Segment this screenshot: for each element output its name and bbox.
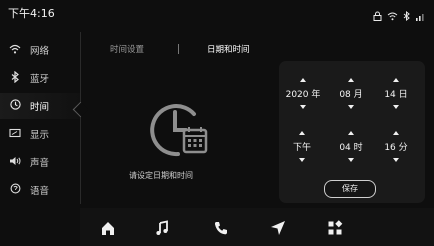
day-down-arrow[interactable] [393,105,399,109]
hour-value: 04 时 [339,143,363,153]
phone-icon[interactable] [211,218,231,238]
hour-picker: 04 时 [331,131,371,162]
settings-screen: 下午4:16 网络 蓝牙 时间 显示 声音 语音 时间设置 日期和时间 请设定日… [0,0,434,246]
minute-value: 16 分 [384,143,408,153]
bottom-dock [80,208,434,246]
sidebar-item-label: 时间 [30,102,50,113]
sidebar-item-time[interactable]: 时间 [0,93,80,119]
language-icon [0,183,30,197]
day-value: 14 日 [384,90,408,100]
tab-date-and-time[interactable]: 日期和时间 [207,43,250,55]
minute-down-arrow[interactable] [393,158,399,162]
month-down-arrow[interactable] [348,105,354,109]
ampm-picker: 下午 [282,131,322,162]
minute-picker: 16 分 [376,131,416,162]
tab-separator [178,44,180,54]
sidebar-item-label: 蓝牙 [30,74,50,85]
year-up-arrow[interactable] [300,78,306,82]
bluetooth-icon [0,70,30,86]
status-time: 下午4:16 [8,7,55,20]
sidebar-item-label: 声音 [30,158,50,169]
tab-time-settings[interactable]: 时间设置 [110,43,144,55]
bluetooth-icon [403,6,410,25]
wifi-icon [0,44,30,57]
save-button[interactable]: 保存 [324,180,376,198]
ampm-value: 下午 [292,143,311,153]
speaker-icon [0,156,30,169]
month-value: 08 月 [339,90,363,100]
music-icon[interactable] [152,218,172,238]
ampm-up-arrow[interactable] [299,131,305,135]
clock-calendar-icon [148,98,212,162]
settings-sidebar: 网络 蓝牙 时间 显示 声音 语音 [0,26,80,206]
sidebar-divider [80,32,81,204]
lock-icon [373,6,382,25]
hint-text: 请设定日期和时间 [129,171,193,180]
sidebar-item-display[interactable]: 显示 [0,121,80,147]
clock-icon [0,99,30,113]
sidebar-item-sound[interactable]: 声音 [0,149,80,175]
sidebar-item-network[interactable]: 网络 [0,37,80,63]
hour-up-arrow[interactable] [348,131,354,135]
year-value: 2020 年 [285,90,321,100]
status-bar: 下午4:16 [0,0,434,26]
sidebar-item-label: 网络 [30,46,50,57]
sidebar-item-language[interactable]: 语音 [0,177,80,203]
status-icons [373,6,426,25]
signal-icon [415,6,426,25]
day-picker: 14 日 [376,78,416,109]
ampm-down-arrow[interactable] [299,158,305,162]
hour-down-arrow[interactable] [348,158,354,162]
month-up-arrow[interactable] [348,78,354,82]
sidebar-item-label: 语音 [30,186,50,197]
navigation-icon[interactable] [268,218,288,238]
home-icon[interactable] [98,218,118,238]
year-picker: 2020 年 [283,78,323,109]
tab-bar: 时间设置 日期和时间 [110,42,250,56]
date-time-picker: 2020 年 08 月 14 日 下午 04 时 16 分 保存 [279,61,425,203]
display-icon [0,128,30,141]
minute-up-arrow[interactable] [393,131,399,135]
sidebar-item-label: 显示 [30,130,50,141]
year-down-arrow[interactable] [300,105,306,109]
month-picker: 08 月 [331,78,371,109]
sidebar-item-bluetooth[interactable]: 蓝牙 [0,65,80,91]
apps-icon[interactable] [325,218,345,238]
day-up-arrow[interactable] [393,78,399,82]
wifi-icon [387,6,398,25]
